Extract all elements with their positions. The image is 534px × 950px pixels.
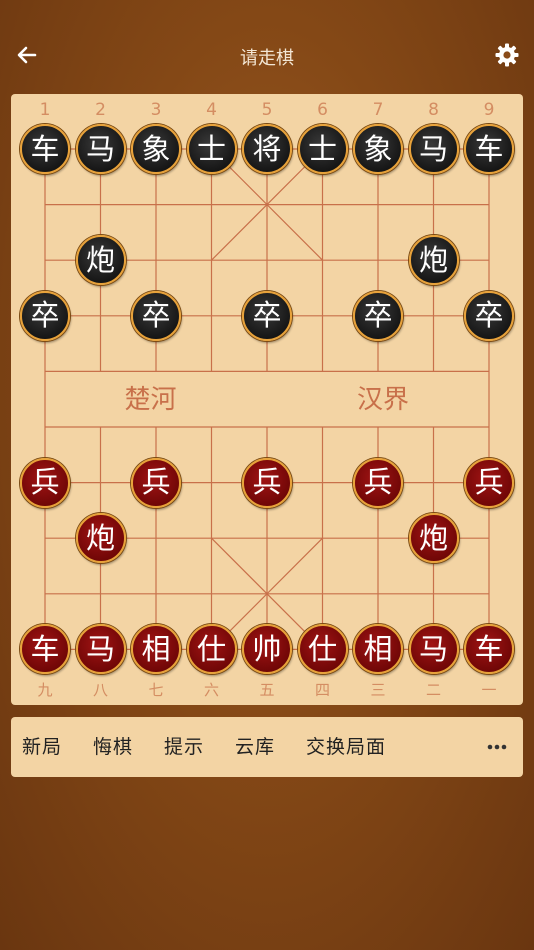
black-piece[interactable]: 象 — [131, 124, 181, 174]
file-coordinate-bottom: 九 — [37, 681, 52, 699]
black-piece[interactable]: 马 — [75, 124, 126, 174]
file-coordinate-bottom: 三 — [370, 681, 385, 699]
bottom-toolbar: 新局 悔棋 提示 云库 交换局面 — [11, 717, 523, 777]
black-piece[interactable]: 车 — [464, 124, 514, 174]
black-piece[interactable]: 卒 — [353, 290, 403, 341]
black-piece[interactable]: 卒 — [464, 290, 514, 341]
black-piece[interactable]: 马 — [408, 124, 459, 174]
xiangqi-board[interactable]: 楚河 汉界 1 2 3 4 5 6 7 8 9 九八七六五四三二一 车马象士将士象马车炮炮卒卒卒卒卒兵… — [11, 94, 523, 705]
file-coordinate-bottom: 二 — [426, 681, 441, 699]
red-piece[interactable]: 马 — [75, 624, 126, 675]
file-coordinate-bottom: 六 — [204, 681, 219, 699]
red-piece[interactable]: 马 — [408, 624, 459, 675]
file-coordinate-top: 9 — [484, 100, 495, 120]
red-piece[interactable]: 兵 — [464, 457, 514, 508]
red-piece[interactable]: 炮 — [408, 513, 459, 564]
black-piece[interactable]: 卒 — [131, 290, 181, 341]
hint-button[interactable]: 提示 — [164, 717, 204, 777]
black-piece[interactable]: 炮 — [75, 235, 126, 286]
black-piece[interactable]: 士 — [297, 124, 348, 174]
file-coordinate-bottom: 四 — [315, 681, 330, 699]
more-button[interactable] — [485, 735, 509, 759]
black-piece[interactable]: 车 — [20, 124, 70, 174]
red-piece[interactable]: 炮 — [75, 513, 126, 564]
cloud-library-button[interactable]: 云库 — [235, 717, 275, 777]
red-piece[interactable]: 兵 — [20, 457, 70, 508]
red-piece[interactable]: 兵 — [131, 457, 181, 508]
file-coordinate-top: 6 — [317, 100, 328, 120]
file-coordinate-top: 7 — [373, 100, 384, 120]
red-piece[interactable]: 兵 — [242, 457, 292, 508]
red-piece[interactable]: 仕 — [186, 624, 237, 675]
file-coordinate-top: 1 — [40, 100, 51, 120]
undo-button[interactable]: 悔棋 — [93, 717, 133, 777]
file-coordinate-bottom: 八 — [93, 681, 108, 699]
file-coordinate-top: 5 — [262, 100, 273, 120]
file-coordinate-bottom: 一 — [481, 681, 496, 699]
gear-icon — [495, 43, 519, 67]
file-coordinate-top: 3 — [151, 100, 162, 120]
red-piece[interactable]: 兵 — [353, 457, 403, 508]
page-title: 请走棋 — [240, 48, 294, 69]
file-coordinate-bottom: 七 — [148, 681, 163, 699]
red-piece[interactable]: 仕 — [297, 624, 348, 675]
swap-position-button[interactable]: 交换局面 — [306, 717, 386, 777]
file-coordinate-top: 4 — [206, 100, 217, 120]
board-grid: 楚河 汉界 1 2 3 4 5 6 7 8 9 九 八 七 六 五 四 三 二 一 — [37, 100, 496, 699]
more-horizontal-icon — [487, 744, 507, 750]
black-piece[interactable]: 卒 — [242, 290, 292, 341]
black-piece[interactable]: 士 — [186, 124, 237, 174]
black-piece[interactable]: 炮 — [408, 235, 459, 286]
river-label-left: 楚河 — [124, 385, 176, 415]
black-piece[interactable]: 象 — [353, 124, 403, 174]
black-piece[interactable]: 将 — [242, 124, 292, 174]
file-coordinate-top: 2 — [95, 100, 106, 120]
new-game-button[interactable]: 新局 — [22, 717, 62, 777]
file-coordinate-top: 8 — [428, 100, 439, 120]
settings-button[interactable] — [492, 40, 522, 70]
river-label-right: 汉界 — [357, 385, 409, 415]
file-coordinate-bottom: 五 — [259, 681, 274, 699]
black-piece[interactable]: 卒 — [20, 290, 70, 341]
